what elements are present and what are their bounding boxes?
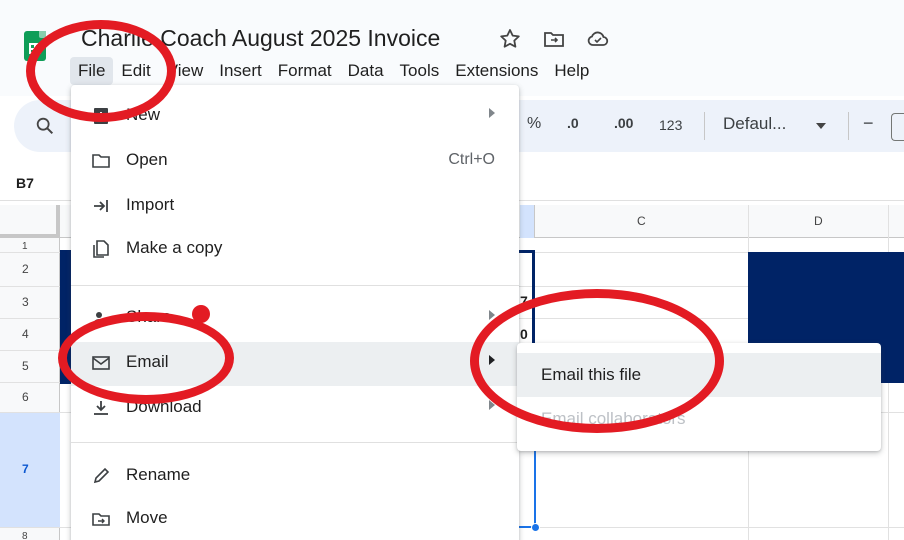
format-percent-button[interactable]: % — [527, 115, 541, 133]
toolbar-divider — [704, 112, 705, 140]
column-header-d[interactable]: D — [814, 214, 823, 228]
name-box[interactable]: B7 — [16, 175, 34, 191]
row-header-5[interactable]: 5 — [0, 359, 52, 373]
annotation-circle-email-this-file — [470, 289, 724, 433]
increase-decimal-button[interactable]: .00 — [614, 115, 633, 131]
decrease-decimal-button[interactable]: .0 — [567, 115, 579, 131]
menu-item-move[interactable]: Move — [71, 498, 519, 540]
row-header-3[interactable]: 3 — [0, 295, 52, 309]
menu-item-import[interactable]: Import — [71, 185, 519, 229]
row-header-1[interactable]: 1 — [0, 241, 52, 252]
menu-separator — [71, 442, 519, 443]
font-select[interactable]: Defaul... — [723, 114, 786, 134]
download-icon — [94, 401, 108, 415]
submenu-arrow-icon — [489, 108, 495, 118]
more-formats-button[interactable]: 123 — [659, 117, 682, 133]
column-header-c[interactable]: C — [637, 214, 646, 228]
pencil-icon — [93, 467, 110, 484]
menu-separator — [71, 285, 519, 286]
menu-item-label: Rename — [126, 465, 191, 484]
menu-help[interactable]: Help — [546, 57, 597, 85]
menu-extensions[interactable]: Extensions — [447, 57, 546, 85]
font-size-input[interactable] — [891, 113, 904, 141]
row-header-4[interactable]: 4 — [0, 327, 52, 341]
column-header-b[interactable] — [520, 205, 535, 238]
row-header-8[interactable]: 8 — [0, 531, 52, 540]
annotation-circle-file — [26, 20, 176, 122]
menu-item-label: Open — [126, 150, 168, 169]
copy-icon — [93, 240, 109, 258]
row-header-7[interactable]: 7 — [0, 462, 52, 476]
search-menus-icon[interactable] — [34, 115, 56, 137]
cloud-status-icon[interactable] — [586, 27, 610, 51]
menu-item-label: Make a copy — [126, 238, 223, 257]
folder-open-icon — [92, 154, 110, 168]
annotation-dot — [192, 305, 210, 323]
fill-handle[interactable] — [531, 523, 540, 532]
move-to-folder-icon[interactable] — [542, 27, 566, 51]
shortcut-hint: Ctrl+O — [448, 151, 495, 168]
menu-item-label: Import — [126, 195, 175, 214]
annotation-circle-email — [58, 312, 234, 404]
menu-item-rename[interactable]: Rename — [71, 455, 519, 499]
gridline — [534, 205, 535, 238]
move-folder-icon — [92, 513, 110, 526]
menu-item-open[interactable]: Open Ctrl+O — [71, 140, 519, 184]
menu-insert[interactable]: Insert — [211, 57, 270, 85]
chevron-down-icon[interactable] — [815, 121, 827, 131]
toolbar-divider — [848, 112, 849, 140]
menu-tools[interactable]: Tools — [392, 57, 448, 85]
import-icon — [94, 200, 108, 212]
row-header-6[interactable]: 6 — [0, 390, 52, 404]
star-icon[interactable] — [498, 27, 522, 51]
select-all-corner[interactable] — [0, 205, 60, 238]
row-header-2[interactable]: 2 — [0, 262, 52, 276]
menu-format[interactable]: Format — [270, 57, 340, 85]
decrease-font-size-button[interactable]: − — [863, 113, 874, 134]
menu-item-make-copy[interactable]: Make a copy — [71, 228, 519, 272]
menu-item-label: Move — [126, 508, 168, 527]
menu-data[interactable]: Data — [340, 57, 392, 85]
